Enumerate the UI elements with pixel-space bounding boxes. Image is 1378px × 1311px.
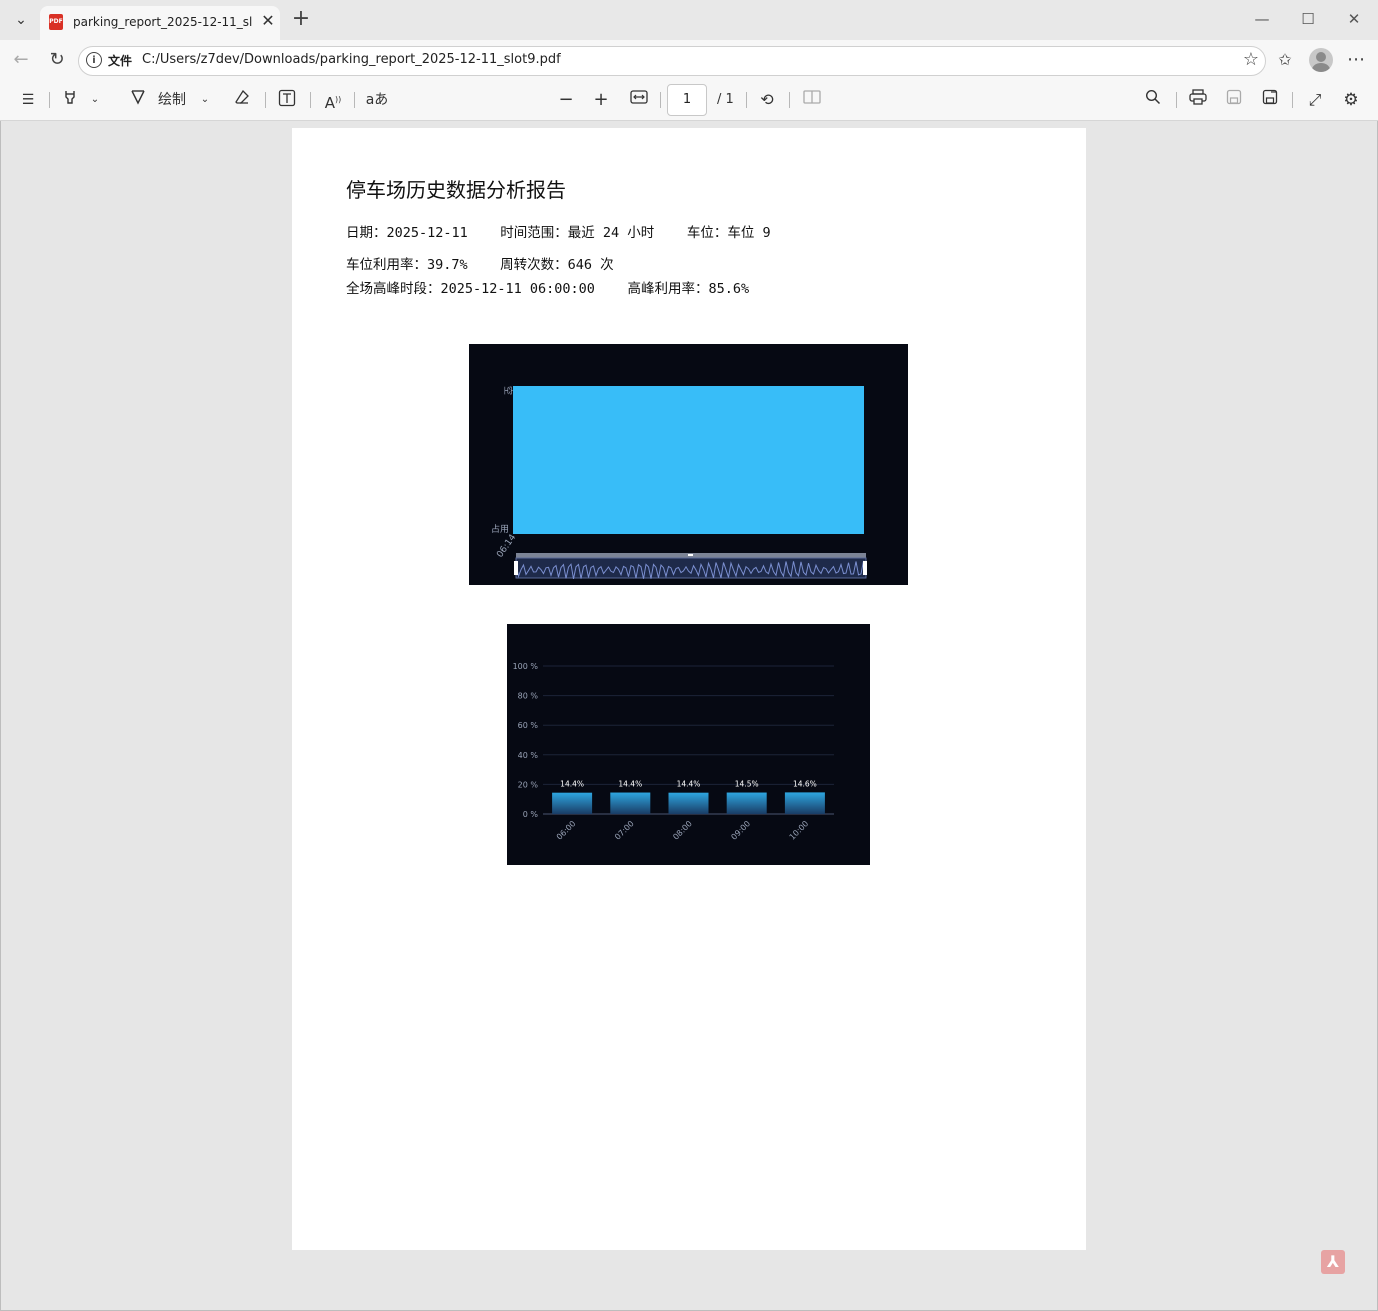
util-text: 车位利用率：39.7% — [346, 257, 468, 273]
tab-actions-chevron-icon[interactable]: ⌄ — [6, 6, 36, 34]
x-tick-label: 08:00 — [671, 819, 694, 842]
range-text: 时间范围：最近 24 小时 — [500, 225, 655, 241]
new-tab-plus-icon[interactable]: + — [290, 8, 312, 30]
contents-list-icon[interactable]: ☰ — [16, 89, 40, 111]
data-label: 14.5% — [735, 780, 759, 789]
y-tick-label: 20 % — [518, 780, 539, 789]
fullscreen-icon[interactable]: ⤢ — [1303, 89, 1327, 111]
more-menu-icon[interactable]: ⋯ — [1343, 48, 1369, 72]
pdf-page: 停车场历史数据分析报告 日期：2025-12-11 时间范围：最近 24 小时 … — [292, 128, 1086, 1250]
favorites-icon[interactable]: ✩ — [1272, 48, 1298, 72]
zoom-out-icon[interactable]: − — [556, 89, 576, 111]
x-tick-label: 09:00 — [729, 819, 752, 842]
y-tick-label: 占用 — [491, 523, 509, 535]
bar — [784, 792, 825, 814]
rotate-icon[interactable]: ⟲ — [756, 89, 778, 111]
meta-line-1: 日期：2025-12-11 时间范围：最近 24 小时 车位：车位 9 — [346, 221, 771, 241]
bar — [552, 792, 593, 814]
draw-label[interactable]: 绘制 — [152, 89, 192, 111]
y-tick-label: 80 % — [518, 692, 539, 701]
two-page-view-icon[interactable] — [800, 89, 824, 111]
maximize-icon[interactable]: ☐ — [1293, 8, 1323, 30]
data-label: 14.4% — [618, 780, 642, 789]
draw-icon[interactable] — [127, 89, 149, 111]
fit-width-icon[interactable] — [627, 89, 651, 111]
data-label: 14.4% — [560, 780, 584, 789]
pdf-toolbar: ☰ ⌄ 绘制 ⌄ A)) aあ − + 1 / 1 ⟲ ⤢ ⚙ — [0, 80, 1378, 121]
meta-line-2: 车位利用率：39.7% 周转次数：646 次 — [346, 253, 614, 273]
datazoom-handle-right — [863, 561, 867, 575]
highlight-icon[interactable] — [58, 89, 82, 111]
meta-line-3: 全场高峰时段：2025-12-11 06:00:00 高峰利用率：85.6% — [346, 277, 749, 297]
text-box-icon[interactable] — [275, 89, 299, 111]
tab-active[interactable]: PDF parking_report_2025-12-11_slot9.pdf … — [40, 6, 280, 40]
back-arrow-icon[interactable]: ← — [8, 48, 34, 72]
info-icon[interactable]: i — [86, 52, 102, 68]
data-label: 14.6% — [793, 779, 817, 788]
reload-icon[interactable]: ↻ — [44, 48, 70, 72]
avatar[interactable] — [1309, 48, 1333, 72]
draw-chevron-icon[interactable]: ⌄ — [198, 89, 212, 111]
acrobat-logo-icon[interactable]: ⅄ — [1321, 1250, 1345, 1274]
slot-text: 车位：车位 9 — [686, 225, 771, 241]
highlight-chevron-icon[interactable]: ⌄ — [88, 89, 102, 111]
tab-bar: ⌄ PDF parking_report_2025-12-11_slot9.pd… — [0, 0, 1378, 40]
zoom-in-icon[interactable]: + — [591, 89, 611, 111]
translate-icon[interactable]: aあ — [362, 89, 392, 111]
date-text: 日期：2025-12-11 — [346, 225, 468, 241]
page-total: / 1 — [717, 92, 734, 107]
y-tick-label: 空 — [502, 386, 514, 395]
page-number-input[interactable]: 1 — [667, 84, 707, 116]
y-tick-label: 0 % — [523, 810, 539, 819]
occupancy-area — [513, 386, 864, 534]
utilization-chart-svg: 0 % 20 % 40 % 60 % 80 % 100 % 14.4% 06:00 14.4% 0… — [513, 662, 834, 842]
save-icon[interactable] — [1222, 89, 1246, 111]
print-icon[interactable] — [1186, 89, 1210, 111]
search-icon[interactable] — [1141, 89, 1165, 111]
x-tick-label: 07:00 — [613, 819, 636, 842]
y-tick-label: 60 % — [518, 721, 539, 730]
utilization-chart: 0 % 20 % 40 % 60 % 80 % 100 % 14.4% 06:00 14.4% 0… — [507, 624, 870, 865]
bar — [726, 792, 767, 814]
peak-time-text: 全场高峰时段：2025-12-11 06:00:00 — [346, 281, 595, 297]
peak-util-text: 高峰利用率：85.6% — [627, 281, 750, 297]
save-as-icon[interactable] — [1258, 89, 1282, 111]
bar — [668, 792, 709, 814]
address-url[interactable]: C:/Users/z7dev/Downloads/parking_report_… — [142, 52, 561, 67]
window-close-icon[interactable]: ✕ — [1339, 8, 1369, 30]
address-scheme: 文件 — [108, 54, 133, 68]
x-tick-label: 06:14 — [495, 533, 518, 560]
pdf-icon: PDF — [49, 14, 63, 30]
bar — [610, 792, 651, 814]
tab-close-icon[interactable]: ✕ — [258, 11, 278, 31]
data-label: 14.4% — [677, 780, 701, 789]
favorite-star-icon[interactable]: ☆ — [1243, 49, 1259, 70]
x-tick-label: 06:00 — [555, 819, 578, 842]
occupancy-chart-svg: 空占用06:14 — [491, 386, 867, 580]
y-tick-label: 40 % — [518, 751, 539, 760]
minimize-icon[interactable]: — — [1247, 8, 1277, 30]
datazoom-handle-left — [514, 561, 518, 575]
settings-gear-icon[interactable]: ⚙ — [1339, 89, 1363, 111]
x-tick-label: 10:00 — [788, 819, 811, 842]
tab-title: parking_report_2025-12-11_slot9.pdf — [73, 15, 253, 29]
occupancy-chart: 空占用 06:14 — [469, 344, 908, 585]
y-tick-label: 100 % — [513, 662, 539, 671]
address-bar[interactable]: i 文件 C:/Users/z7dev/Downloads/parking_re… — [78, 46, 1266, 76]
page-title: 停车场历史数据分析报告 — [346, 178, 566, 202]
datazoom-grip — [688, 554, 693, 556]
read-aloud-icon[interactable]: A)) — [321, 89, 345, 112]
navigation-bar: ← ↻ i 文件 C:/Users/z7dev/Downloads/parkin… — [0, 40, 1378, 80]
turnover-text: 周转次数：646 次 — [500, 257, 614, 273]
eraser-icon[interactable] — [230, 89, 254, 111]
